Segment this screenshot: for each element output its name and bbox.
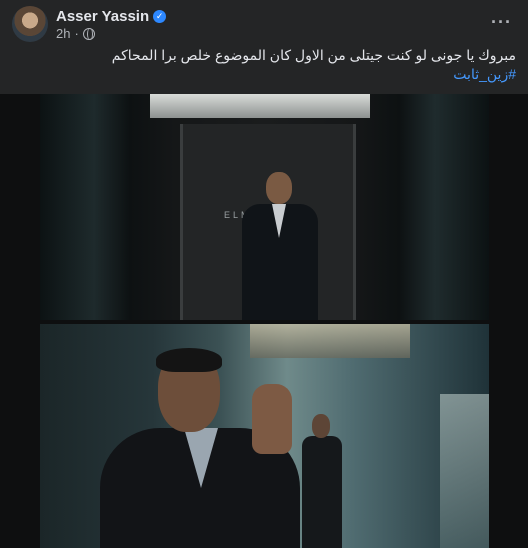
post-photo-elevator[interactable]: ELME AN (40, 94, 489, 320)
post-header: Asser Yassin ✓ 2h · ··· (12, 6, 516, 42)
author-name[interactable]: Asser Yassin (56, 8, 149, 25)
background-figure (302, 414, 342, 548)
author-name-line: Asser Yassin ✓ (56, 8, 167, 25)
bright-window (440, 394, 489, 548)
post-meta: 2h · (56, 26, 95, 41)
post-photo-waving[interactable] (40, 324, 489, 548)
elevator-ceiling-light (150, 94, 370, 118)
globe-icon[interactable] (82, 27, 95, 40)
author-avatar[interactable] (12, 6, 48, 42)
post-text: مبروك يا جونى لو كنت جيتلى من الاول كان … (12, 46, 516, 84)
facebook-post: Asser Yassin ✓ 2h · ··· مبروك يا جونى لو… (0, 0, 528, 548)
post-timestamp[interactable]: 2h (56, 26, 70, 41)
raised-hand (252, 384, 292, 454)
hashtag-link[interactable]: #زين_ثابت (12, 65, 516, 84)
verified-badge-icon: ✓ (153, 10, 167, 23)
post-body: مبروك يا جونى لو كنت جيتلى من الاول كان … (111, 47, 516, 63)
post-media: ELME AN (0, 94, 528, 548)
more-options-icon[interactable]: ··· (491, 12, 512, 33)
man-in-suit-figure (236, 172, 324, 320)
